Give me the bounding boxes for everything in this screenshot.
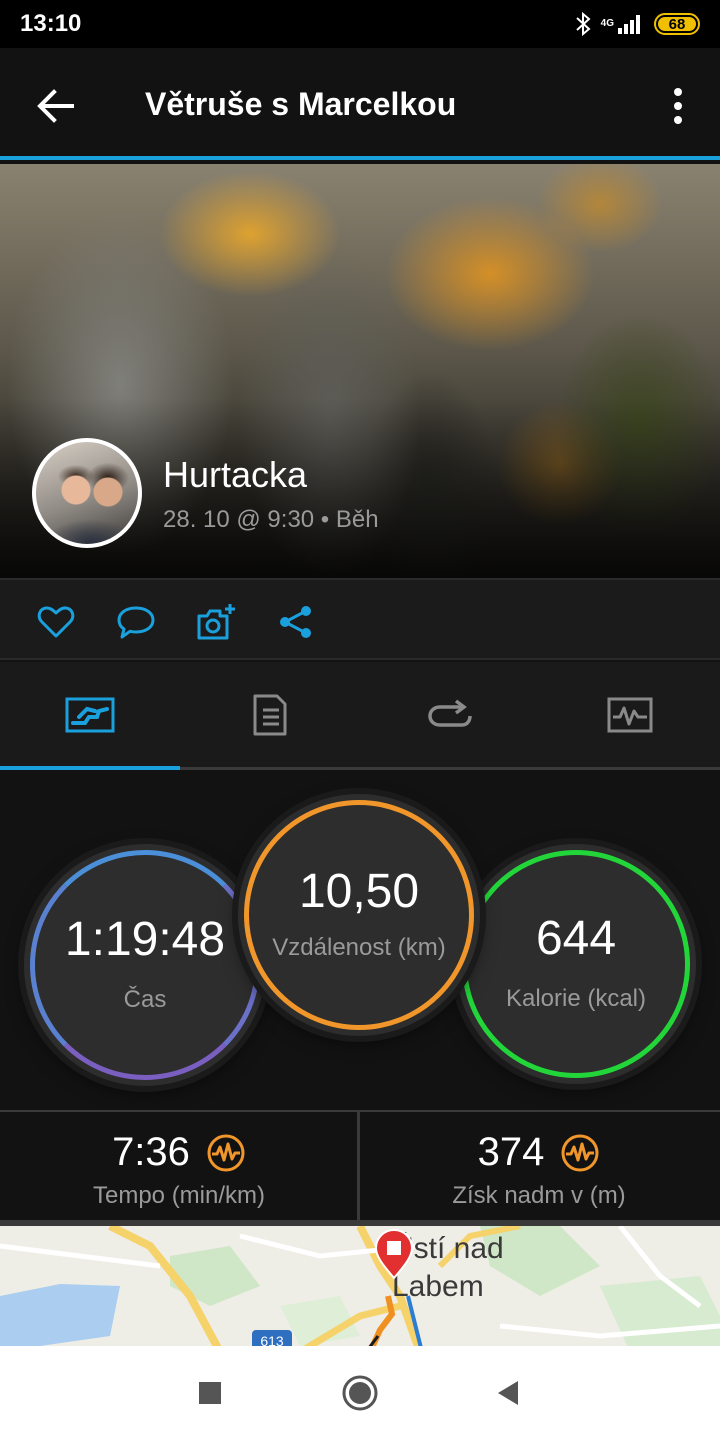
stat-time-label: Čas [123,986,167,1013]
heart-icon [37,606,75,638]
stat-time-value: 1:19:48 [64,913,226,966]
arrow-left-icon [37,89,74,123]
activity-cover-photo[interactable]: Hurtacka 28. 10 @ 9:30 • Běh [0,164,720,578]
avatar[interactable] [32,438,142,548]
tab-details[interactable] [180,662,360,767]
tab-overview[interactable] [0,662,180,770]
map-background [0,1226,720,1346]
pulse-icon [561,1134,599,1171]
tab-bar [0,662,720,770]
add-photo-button[interactable] [196,602,236,642]
bluetooth-icon [575,12,591,36]
document-icon [253,694,287,735]
more-vert-icon [674,88,682,96]
comment-button[interactable] [116,602,156,642]
metric-elevation-label: Získ nadm v (m) [452,1182,626,1209]
pulse-icon [207,1134,245,1171]
metric-elevation-gain[interactable]: 374 Získ nadm v (m) [360,1112,718,1220]
status-icons: 4G 68 [575,8,700,40]
camera-plus-icon [197,604,235,640]
metric-pace-label: Tempo (min/km) [92,1182,266,1209]
stat-distance: 10,50 Vzdálenost (km) [238,794,480,1036]
back-nav-button[interactable] [486,1371,530,1415]
metric-pace-value: 7:36 [112,1130,190,1174]
road-number-badge: 613 [252,1330,292,1346]
comment-icon [117,606,155,639]
triangle-back-icon [498,1381,518,1405]
page-title: Větruše s Marcelkou [145,86,457,122]
back-button[interactable] [28,78,84,134]
square-icon [199,1382,221,1404]
stat-distance-label: Vzdálenost (km) [272,934,446,961]
network-type-label: 4G [600,18,614,29]
battery-icon: 68 [654,13,700,35]
stat-calories-label: Kalorie (kcal) [505,985,647,1012]
tab-laps[interactable] [360,662,540,767]
summary-stats: 1:19:48 Čas 644 Kalorie (kcal) 10,50 Vzd… [0,770,720,1110]
tab-charts[interactable] [540,662,720,767]
metric-elevation-value: 374 [477,1130,545,1174]
action-bar [0,578,720,660]
route-map[interactable]: Ústí nad Labem 613 [0,1220,720,1346]
stat-time: 1:19:48 Čas [24,844,266,1086]
app-bar: Větruše s Marcelkou [0,48,720,160]
more-options-button[interactable] [658,84,698,128]
chart-icon [607,697,653,732]
like-button[interactable] [36,602,76,642]
system-navigation-bar [0,1346,720,1440]
circle-icon [342,1375,378,1411]
overview-icon [65,697,115,732]
signal-icon [616,13,644,35]
metric-pace[interactable]: 7:36 Tempo (min/km) [0,1112,358,1220]
status-time: 13:10 [20,10,82,37]
share-button[interactable] [276,602,316,642]
recents-button[interactable] [188,1371,232,1415]
stat-calories: 644 Kalorie (kcal) [456,844,696,1084]
map-pin-icon [374,1228,414,1280]
battery-level: 68 [668,15,686,33]
laps-icon [428,699,472,727]
metrics-row: 7:36 Tempo (min/km) 374 Získ nadm v (m) [0,1110,720,1222]
activity-name: Hurtacka [163,454,308,495]
stat-distance-value: 10,50 [298,865,420,918]
stat-calories-value: 644 [535,912,617,965]
home-button[interactable] [338,1371,382,1415]
activity-date-type: 28. 10 @ 9:30 • Běh [163,506,379,533]
status-bar: 13:10 4G 68 [0,0,720,48]
share-icon [280,606,311,638]
